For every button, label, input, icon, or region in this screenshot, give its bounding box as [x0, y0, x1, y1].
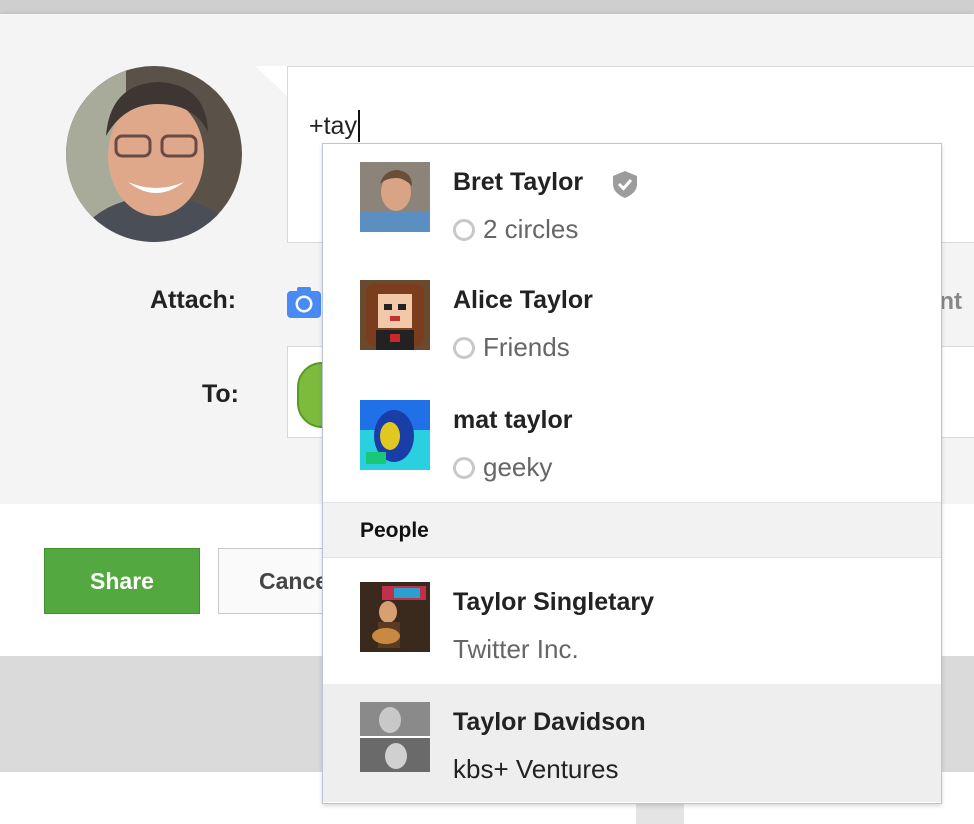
suggestion-item[interactable]: mat taylor geeky: [323, 382, 941, 500]
post-input[interactable]: +tay: [309, 110, 360, 142]
attach-label: Attach:: [150, 286, 237, 314]
contact-name: mat taylor: [453, 406, 573, 434]
circle-icon: [453, 457, 475, 479]
contact-name: Taylor Davidson: [453, 708, 646, 736]
contact-circles: geeky: [453, 452, 552, 483]
contact-name: Taylor Singletary: [453, 588, 654, 616]
circle-icon: [453, 337, 475, 359]
contact-circles: Friends: [453, 332, 570, 363]
camera-icon[interactable]: [286, 284, 322, 320]
contact-avatar: [360, 280, 430, 350]
suggestion-item[interactable]: Taylor Singletary Twitter Inc.: [323, 564, 941, 682]
contact-circle-label: geeky: [483, 452, 553, 482]
to-label: To:: [202, 380, 240, 408]
contact-name: Alice Taylor: [453, 286, 593, 314]
suggestion-item[interactable]: Bret Taylor 2 circles: [323, 144, 941, 262]
contact-avatar: [360, 400, 430, 470]
people-section-label: People: [360, 519, 429, 542]
composer-notch: [255, 66, 287, 96]
autocomplete-dropdown: Bret Taylor 2 circles Alice Taylor Frien…: [322, 143, 942, 804]
post-input-text: +tay: [309, 112, 357, 140]
contact-circle-label: Friends: [483, 332, 570, 362]
contact-circles: 2 circles: [453, 214, 578, 245]
contact-avatar: [360, 582, 430, 652]
contact-organization: kbs+ Ventures: [453, 754, 619, 784]
user-avatar: [66, 66, 242, 242]
text-caret: [357, 110, 360, 142]
suggestion-item[interactable]: Taylor Davidson kbs+ Ventures: [323, 684, 941, 802]
contact-organization: Twitter Inc.: [453, 634, 579, 664]
suggestion-item[interactable]: Alice Taylor Friends: [323, 262, 941, 380]
contact-name: Bret Taylor: [453, 168, 584, 196]
contact-avatar: [360, 702, 430, 772]
people-section-header: People: [323, 502, 941, 558]
share-button[interactable]: Share: [44, 548, 200, 614]
top-bar: [0, 0, 974, 14]
circle-icon: [453, 219, 475, 241]
contact-circle-label: 2 circles: [483, 214, 579, 244]
verified-shield-icon: [611, 169, 639, 199]
contact-avatar: [360, 162, 430, 232]
